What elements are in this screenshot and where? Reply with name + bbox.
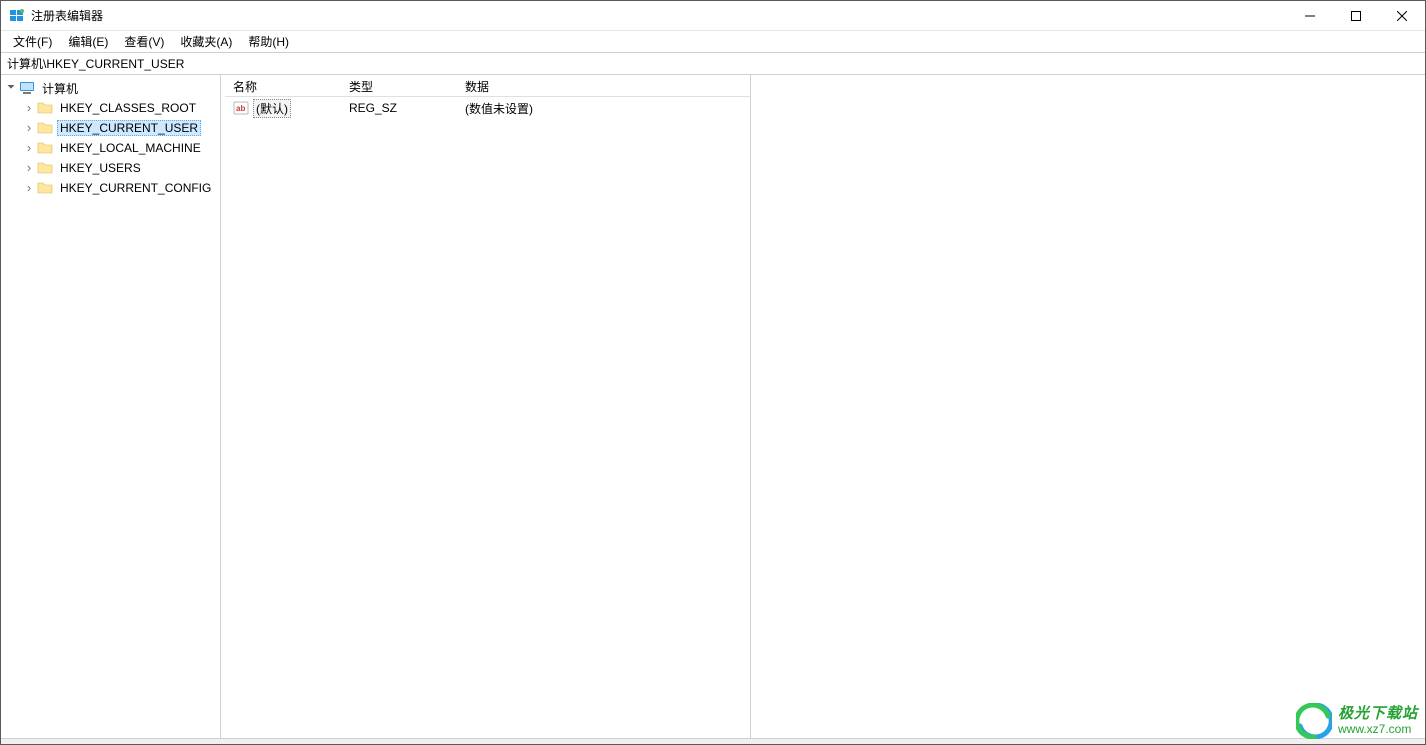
list-headers[interactable]: 名称 类型 数据 — [225, 75, 750, 97]
menu-help[interactable]: 帮助(H) — [240, 31, 297, 52]
expand-toggle-icon[interactable] — [5, 83, 17, 93]
folder-icon — [37, 160, 53, 176]
menu-edit[interactable]: 编辑(E) — [60, 31, 116, 52]
statusbar — [1, 738, 1425, 744]
value-type: REG_SZ — [341, 100, 457, 116]
tree-item-label: HKEY_LOCAL_MACHINE — [57, 140, 204, 156]
address-bar[interactable] — [1, 53, 1425, 75]
expand-toggle-icon[interactable] — [23, 181, 35, 195]
folder-icon — [37, 100, 53, 116]
list-row[interactable]: ab (默认) REG_SZ (数值未设置) — [225, 97, 750, 119]
header-data[interactable]: 数据 — [457, 75, 750, 96]
tree-item[interactable]: HKEY_CURRENT_USER — [1, 118, 220, 138]
tree-item[interactable]: HKEY_LOCAL_MACHINE — [1, 138, 220, 158]
main-split: 计算机 HKEY_CLASSES_ROOT HKEY_CURRENT_USER — [1, 75, 1425, 738]
maximize-button[interactable] — [1333, 1, 1379, 31]
content-area: 名称 类型 数据 ab (默认) REG_SZ — [225, 75, 1425, 738]
string-value-icon: ab — [233, 100, 249, 116]
window-title: 注册表编辑器 — [31, 7, 103, 24]
tree-item-label: HKEY_CURRENT_USER — [57, 120, 201, 136]
menu-view[interactable]: 查看(V) — [116, 31, 172, 52]
tree-item-label: HKEY_CLASSES_ROOT — [57, 100, 199, 116]
titlebar: 注册表编辑器 — [1, 1, 1425, 31]
folder-icon — [37, 120, 53, 136]
tree-root[interactable]: 计算机 — [1, 78, 220, 98]
menu-file[interactable]: 文件(F) — [5, 31, 60, 52]
tree-item[interactable]: HKEY_USERS — [1, 158, 220, 178]
folder-icon — [37, 140, 53, 156]
value-data: (数值未设置) — [457, 99, 750, 118]
tree-item-label: HKEY_USERS — [57, 160, 144, 176]
value-name: (默认) — [253, 99, 291, 118]
menu-favorites[interactable]: 收藏夹(A) — [172, 31, 240, 52]
close-button[interactable] — [1379, 1, 1425, 31]
tree-root-label: 计算机 — [39, 79, 81, 98]
menubar: 文件(F) 编辑(E) 查看(V) 收藏夹(A) 帮助(H) — [1, 31, 1425, 53]
computer-icon — [19, 80, 35, 96]
tree-item[interactable]: HKEY_CLASSES_ROOT — [1, 98, 220, 118]
svg-text:ab: ab — [236, 104, 245, 113]
expand-toggle-icon[interactable] — [23, 101, 35, 115]
expand-toggle-icon[interactable] — [23, 121, 35, 135]
values-list[interactable]: 名称 类型 数据 ab (默认) REG_SZ — [225, 75, 750, 738]
expand-toggle-icon[interactable] — [23, 141, 35, 155]
address-input[interactable] — [7, 57, 1419, 71]
tree-pane[interactable]: 计算机 HKEY_CLASSES_ROOT HKEY_CURRENT_USER — [1, 75, 221, 738]
right-empty-pane — [750, 75, 1425, 738]
header-type[interactable]: 类型 — [341, 75, 457, 96]
tree-item[interactable]: HKEY_CURRENT_CONFIG — [1, 178, 220, 198]
tree-item-label: HKEY_CURRENT_CONFIG — [57, 180, 214, 196]
folder-icon — [37, 180, 53, 196]
app-icon — [9, 8, 25, 24]
header-name[interactable]: 名称 — [225, 75, 341, 96]
minimize-button[interactable] — [1287, 1, 1333, 31]
expand-toggle-icon[interactable] — [23, 161, 35, 175]
